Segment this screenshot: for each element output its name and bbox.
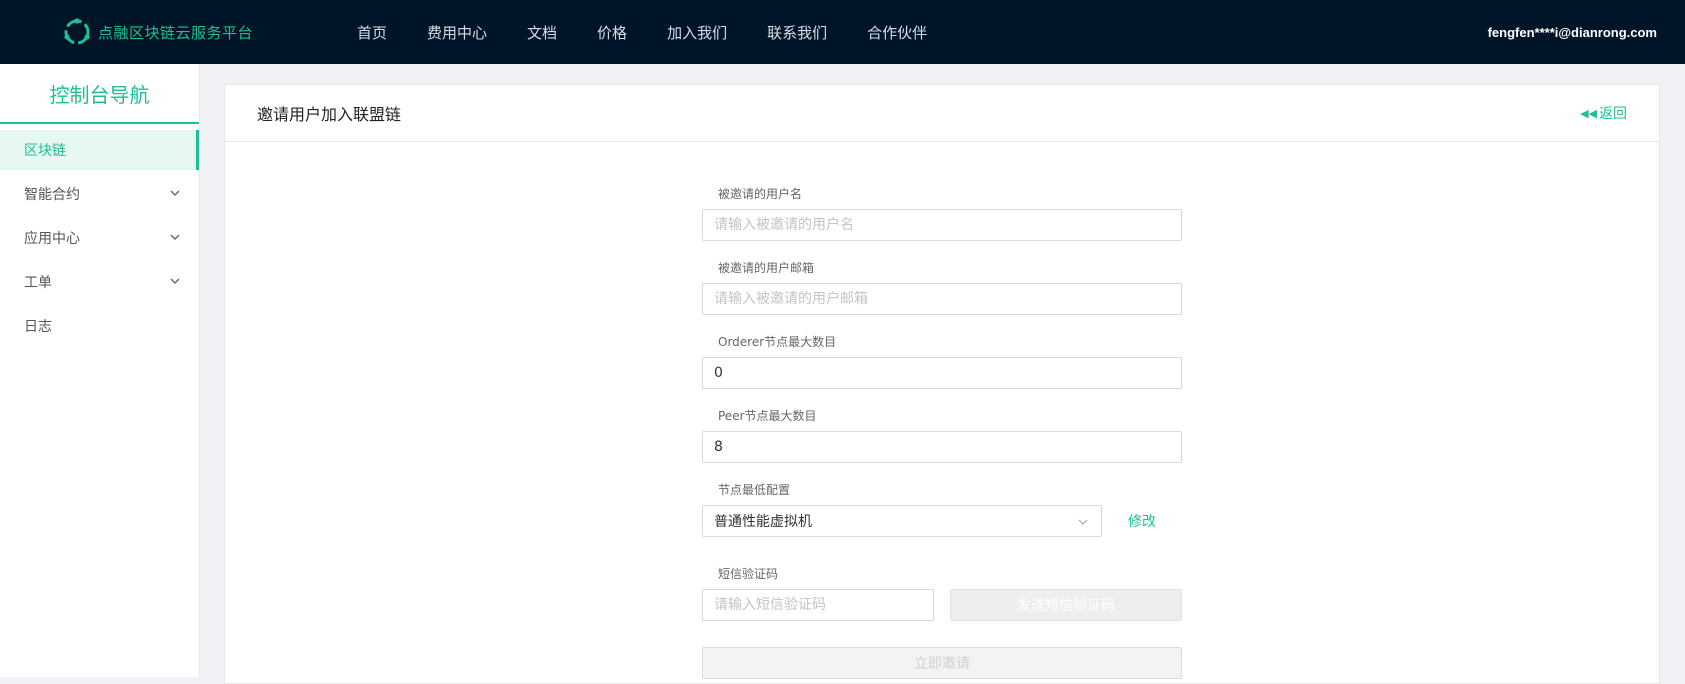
field-label: 短信验证码 [718, 567, 779, 581]
user-account-menu[interactable]: fengfen****i@dianrong.com [1488, 0, 1657, 64]
chevron-down-icon [170, 234, 180, 240]
panel-header: 邀请用户加入联盟链 ◀◀ 返回 [225, 85, 1659, 142]
node-config-row: 普通性能虚拟机 修改 [702, 505, 1182, 537]
nav-item-pricing[interactable]: 价格 [597, 22, 627, 43]
brand[interactable]: 点融区块链云服务平台 [62, 16, 253, 48]
field-invitee-username: 被邀请的用户名 [702, 185, 1182, 241]
field-node-config: 节点最低配置 普通性能虚拟机 修改 [702, 481, 1182, 537]
invitee-username-input[interactable] [702, 209, 1182, 241]
orderer-max-input[interactable] [702, 357, 1182, 389]
nav-item-contact[interactable]: 联系我们 [767, 22, 827, 43]
chevron-down-icon [170, 190, 180, 196]
brand-logo-icon [64, 18, 90, 45]
field-label: 节点最低配置 [718, 483, 791, 497]
field-orderer-max: Orderer节点最大数目 [702, 333, 1182, 389]
sidebar-item-tickets[interactable]: 工单 [0, 262, 199, 302]
invite-panel: 邀请用户加入联盟链 ◀◀ 返回 被邀请的用户名 被邀请的用户邮箱 Orderer… [224, 84, 1660, 684]
chevron-down-icon [170, 278, 180, 284]
invitee-email-input[interactable] [702, 283, 1182, 315]
sidebar-title: 控制台导航 [0, 64, 199, 124]
sidebar: 控制台导航 区块链 智能合约 应用中心 工单 日志 [0, 64, 200, 677]
field-invitee-email: 被邀请的用户邮箱 [702, 259, 1182, 315]
field-peer-max: Peer节点最大数目 [702, 407, 1182, 463]
sms-row: 发送短信验证码 [702, 589, 1182, 621]
brand-name: 点融区块链云服务平台 [98, 23, 254, 42]
nav-item-join-us[interactable]: 加入我们 [667, 22, 727, 43]
send-sms-button[interactable]: 发送短信验证码 [950, 589, 1182, 621]
node-config-select[interactable]: 普通性能虚拟机 [702, 505, 1102, 537]
chevron-down-icon [1078, 519, 1088, 525]
select-value: 普通性能虚拟机 [714, 514, 812, 530]
nav-item-docs[interactable]: 文档 [527, 22, 557, 43]
invite-form: 被邀请的用户名 被邀请的用户邮箱 Orderer节点最大数目 Peer节点最大数… [702, 185, 1182, 679]
sidebar-item-label: 区块链 [24, 143, 66, 159]
side-menu: 区块链 智能合约 应用中心 工单 日志 [0, 130, 199, 346]
sidebar-item-label: 日志 [24, 319, 52, 335]
field-label: Peer节点最大数目 [718, 409, 817, 423]
field-sms-code: 短信验证码 发送短信验证码 [702, 565, 1182, 621]
sidebar-item-blockchain[interactable]: 区块链 [0, 130, 199, 170]
sms-code-input[interactable] [702, 589, 934, 621]
sidebar-item-label: 工单 [24, 275, 52, 291]
nav-item-home[interactable]: 首页 [357, 22, 387, 43]
sidebar-item-smart-contract[interactable]: 智能合约 [0, 174, 199, 214]
sidebar-item-logs[interactable]: 日志 [0, 306, 199, 346]
nav-item-billing[interactable]: 费用中心 [427, 22, 487, 43]
back-label: 返回 [1599, 106, 1627, 122]
double-chevron-left-icon: ◀◀ [1580, 106, 1597, 120]
main-nav: 首页 费用中心 文档 价格 加入我们 联系我们 合作伙伴 [357, 0, 967, 64]
nav-item-partners[interactable]: 合作伙伴 [867, 22, 927, 43]
modify-config-link[interactable]: 修改 [1128, 511, 1156, 531]
back-button[interactable]: ◀◀ 返回 [1580, 103, 1627, 123]
sidebar-item-label: 应用中心 [24, 231, 80, 247]
field-label: Orderer节点最大数目 [718, 335, 837, 349]
page-title: 邀请用户加入联盟链 [257, 105, 402, 124]
top-navbar: 点融区块链云服务平台 首页 费用中心 文档 价格 加入我们 联系我们 合作伙伴 … [0, 0, 1685, 64]
sidebar-item-app-center[interactable]: 应用中心 [0, 218, 199, 258]
sidebar-item-label: 智能合约 [24, 187, 80, 203]
field-label: 被邀请的用户名 [718, 187, 803, 201]
invite-now-button[interactable]: 立即邀请 [702, 647, 1182, 679]
peer-max-input[interactable] [702, 431, 1182, 463]
field-label: 被邀请的用户邮箱 [718, 261, 815, 275]
